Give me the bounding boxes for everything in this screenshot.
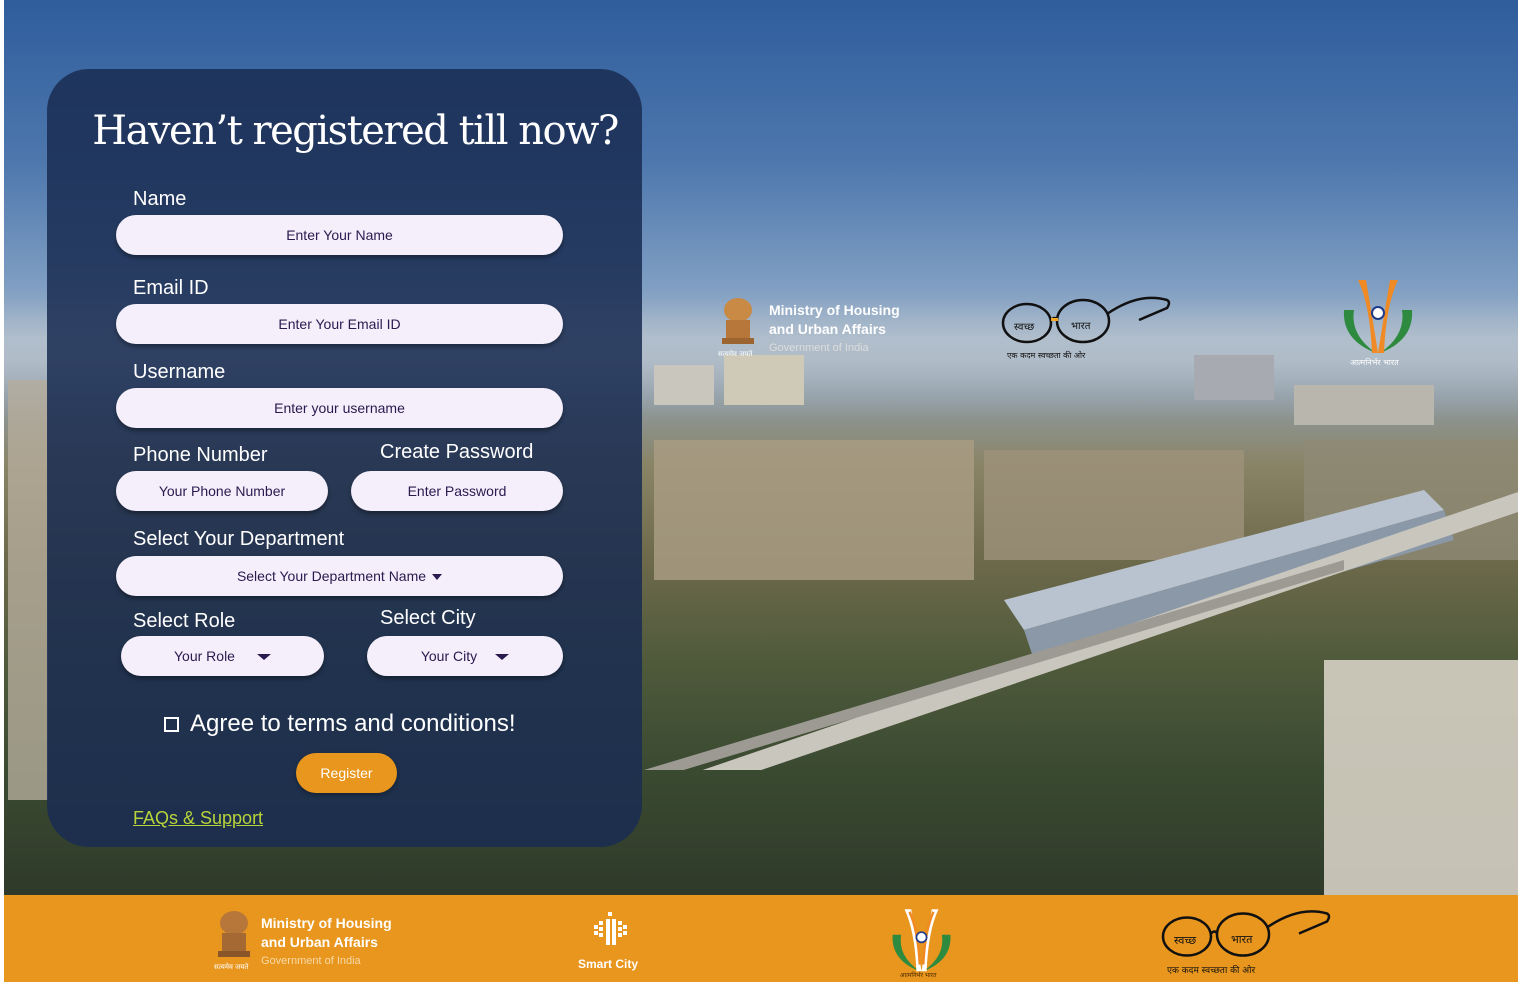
faq-support-link[interactable]: FAQs & Support bbox=[133, 808, 263, 829]
username-input[interactable] bbox=[116, 388, 563, 428]
mohua-line2: and Urban Affairs bbox=[261, 934, 378, 950]
smart-city-text: Smart City bbox=[578, 957, 639, 971]
atmanirbhar-logo-top: आत्मनिर्भर भारत bbox=[1336, 275, 1420, 370]
department-select[interactable]: Select Your Department Name bbox=[116, 556, 563, 596]
department-select-value: Select Your Department Name bbox=[236, 568, 427, 584]
mohua-line2: and Urban Affairs bbox=[769, 321, 886, 337]
mohua-logo-top: सत्यमेव जयते Ministry of Housing and Urb… bbox=[716, 296, 906, 362]
building bbox=[1194, 355, 1274, 400]
mohua-line3: Government of India bbox=[261, 955, 361, 967]
mohua-line1: Ministry of Housing bbox=[769, 302, 900, 318]
page-title: Haven’t registered till now? bbox=[92, 108, 619, 154]
phone-label: Phone Number bbox=[133, 444, 268, 466]
role-label: Select Role bbox=[133, 610, 236, 632]
chevron-down-icon bbox=[256, 654, 271, 661]
swachh-left-text: स्वच्छ bbox=[1014, 322, 1035, 333]
building bbox=[8, 380, 48, 800]
building bbox=[1294, 385, 1434, 425]
swachh-tagline: एक कदम स्वच्छता की ओर bbox=[1007, 351, 1086, 360]
name-label: Name bbox=[133, 188, 187, 210]
swachh-tagline: एक कदम स्वच्छता की ओर bbox=[1167, 966, 1256, 976]
mohua-line3: Government of India bbox=[769, 342, 869, 354]
register-button[interactable]: Register bbox=[296, 753, 397, 793]
swachh-right-text: भारत bbox=[1071, 321, 1091, 332]
password-label: Create Password bbox=[380, 441, 534, 463]
national-emblem-icon bbox=[722, 298, 754, 344]
footer-bar: सत्यमेव जयते Ministry of Housing and Urb… bbox=[4, 895, 1518, 982]
role-select[interactable]: Your Role bbox=[121, 636, 324, 676]
city-select[interactable]: Your City bbox=[367, 636, 563, 676]
metro-viaduct bbox=[644, 490, 1518, 770]
agree-checkbox[interactable] bbox=[164, 717, 179, 732]
swachh-right-text: भारत bbox=[1231, 933, 1253, 946]
email-input[interactable] bbox=[116, 304, 563, 344]
atmanirbhar-text: आत्मनिर्भर भारत bbox=[1350, 358, 1399, 367]
national-emblem-icon bbox=[218, 911, 250, 957]
swachh-bharat-logo-footer: स्वच्छ भारत एक कदम स्वच्छता की ओर bbox=[1159, 901, 1334, 979]
smart-city-logo: Smart City bbox=[574, 911, 646, 973]
agree-label: Agree to terms and conditions! bbox=[190, 710, 516, 737]
smart-city-icon bbox=[594, 912, 627, 945]
building bbox=[724, 355, 804, 405]
username-label: Username bbox=[133, 361, 226, 383]
mohua-logo-footer: सत्यमेव जयते Ministry of Housing and Urb… bbox=[212, 909, 402, 975]
atmanirbhar-text: आत्मनिर्भर भारत bbox=[900, 972, 937, 979]
atmanirbhar-icon bbox=[892, 909, 951, 972]
emblem-motto: सत्यमेव जयते bbox=[718, 350, 753, 358]
email-label: Email ID bbox=[133, 277, 209, 299]
city-label: Select City bbox=[380, 607, 476, 629]
gandhi-glasses-icon bbox=[1161, 910, 1331, 957]
chevron-down-icon bbox=[495, 654, 510, 661]
atmanirbhar-icon bbox=[1343, 280, 1413, 353]
chevron-down-icon bbox=[432, 574, 443, 581]
department-label: Select Your Department bbox=[133, 528, 345, 550]
phone-input[interactable] bbox=[116, 471, 328, 511]
atmanirbhar-logo-footer: आत्मनिर्भर भारत bbox=[884, 905, 959, 981]
swachh-left-text: स्वच्छ bbox=[1174, 934, 1197, 947]
metro-track-shadow bbox=[644, 560, 1344, 770]
swachh-bharat-logo-top: स्वच्छ भारत एक कदम स्वच्छता की ओर bbox=[999, 290, 1174, 365]
name-input[interactable] bbox=[116, 215, 563, 255]
mohua-line1: Ministry of Housing bbox=[261, 915, 392, 931]
password-input[interactable] bbox=[351, 471, 563, 511]
building bbox=[654, 365, 714, 405]
emblem-motto: सत्यमेव जयते bbox=[214, 963, 249, 971]
city-select-value: Your City bbox=[420, 648, 478, 664]
role-select-value: Your Role bbox=[174, 648, 235, 664]
